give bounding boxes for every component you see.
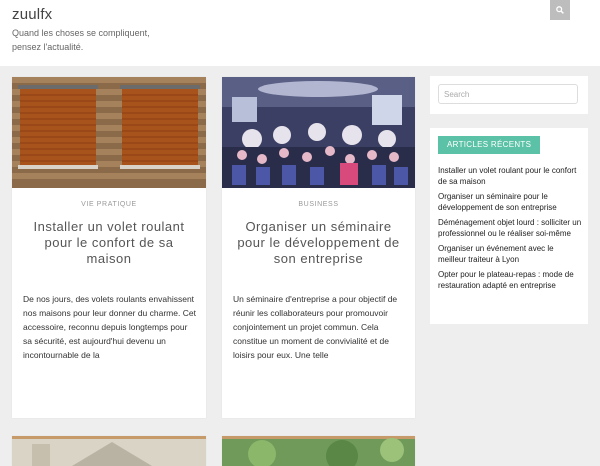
post-card: VIE PRATIQUE Installer un volet roulant … <box>12 77 206 418</box>
post-category[interactable]: BUSINESS <box>222 201 415 208</box>
post-thumbnail[interactable] <box>222 436 415 466</box>
post-card: BUSINESS Organiser un séminaire pour le … <box>222 77 415 418</box>
post-category[interactable]: VIE PRATIQUE <box>12 201 206 208</box>
post-excerpt: Un séminaire d'entreprise a pour objecti… <box>233 294 398 360</box>
recent-article-link[interactable]: Installer un volet roulant pour le confo… <box>438 166 582 187</box>
search-input[interactable] <box>438 84 578 104</box>
site-title[interactable]: zuulfx <box>12 6 52 23</box>
search-widget <box>430 76 588 114</box>
post-excerpt: De nos jours, des volets roulants envahi… <box>23 294 196 360</box>
site-header: zuulfx Quand les choses se compliquent, … <box>0 0 600 66</box>
site-description: Quand les choses se compliquent, pensez … <box>12 28 150 52</box>
post-title[interactable]: Installer un volet roulant pour le confo… <box>20 219 198 267</box>
recent-article-link[interactable]: Opter pour le plateau-repas : mode de re… <box>438 270 582 291</box>
search-icon <box>556 6 564 14</box>
recent-articles-widget: ARTICLES RÉCENTS Installer un volet roul… <box>430 128 588 324</box>
post-card <box>12 436 206 466</box>
search-toggle-button[interactable] <box>550 0 570 20</box>
post-thumbnail-shutters[interactable] <box>12 77 206 188</box>
widget-title: ARTICLES RÉCENTS <box>438 136 541 154</box>
post-thumbnail[interactable] <box>12 436 206 466</box>
post-title[interactable]: Organiser un séminaire pour le développe… <box>230 219 407 267</box>
post-thumbnail-seminar[interactable] <box>222 77 415 188</box>
recent-article-link[interactable]: Organiser un séminaire pour le développe… <box>438 192 582 213</box>
recent-article-link[interactable]: Organiser un événement avec le meilleur … <box>438 244 582 265</box>
recent-article-link[interactable]: Déménagement objet lourd : solliciter un… <box>438 218 582 239</box>
recent-articles-list: Installer un volet roulant pour le confo… <box>438 166 582 296</box>
post-card <box>222 436 415 466</box>
